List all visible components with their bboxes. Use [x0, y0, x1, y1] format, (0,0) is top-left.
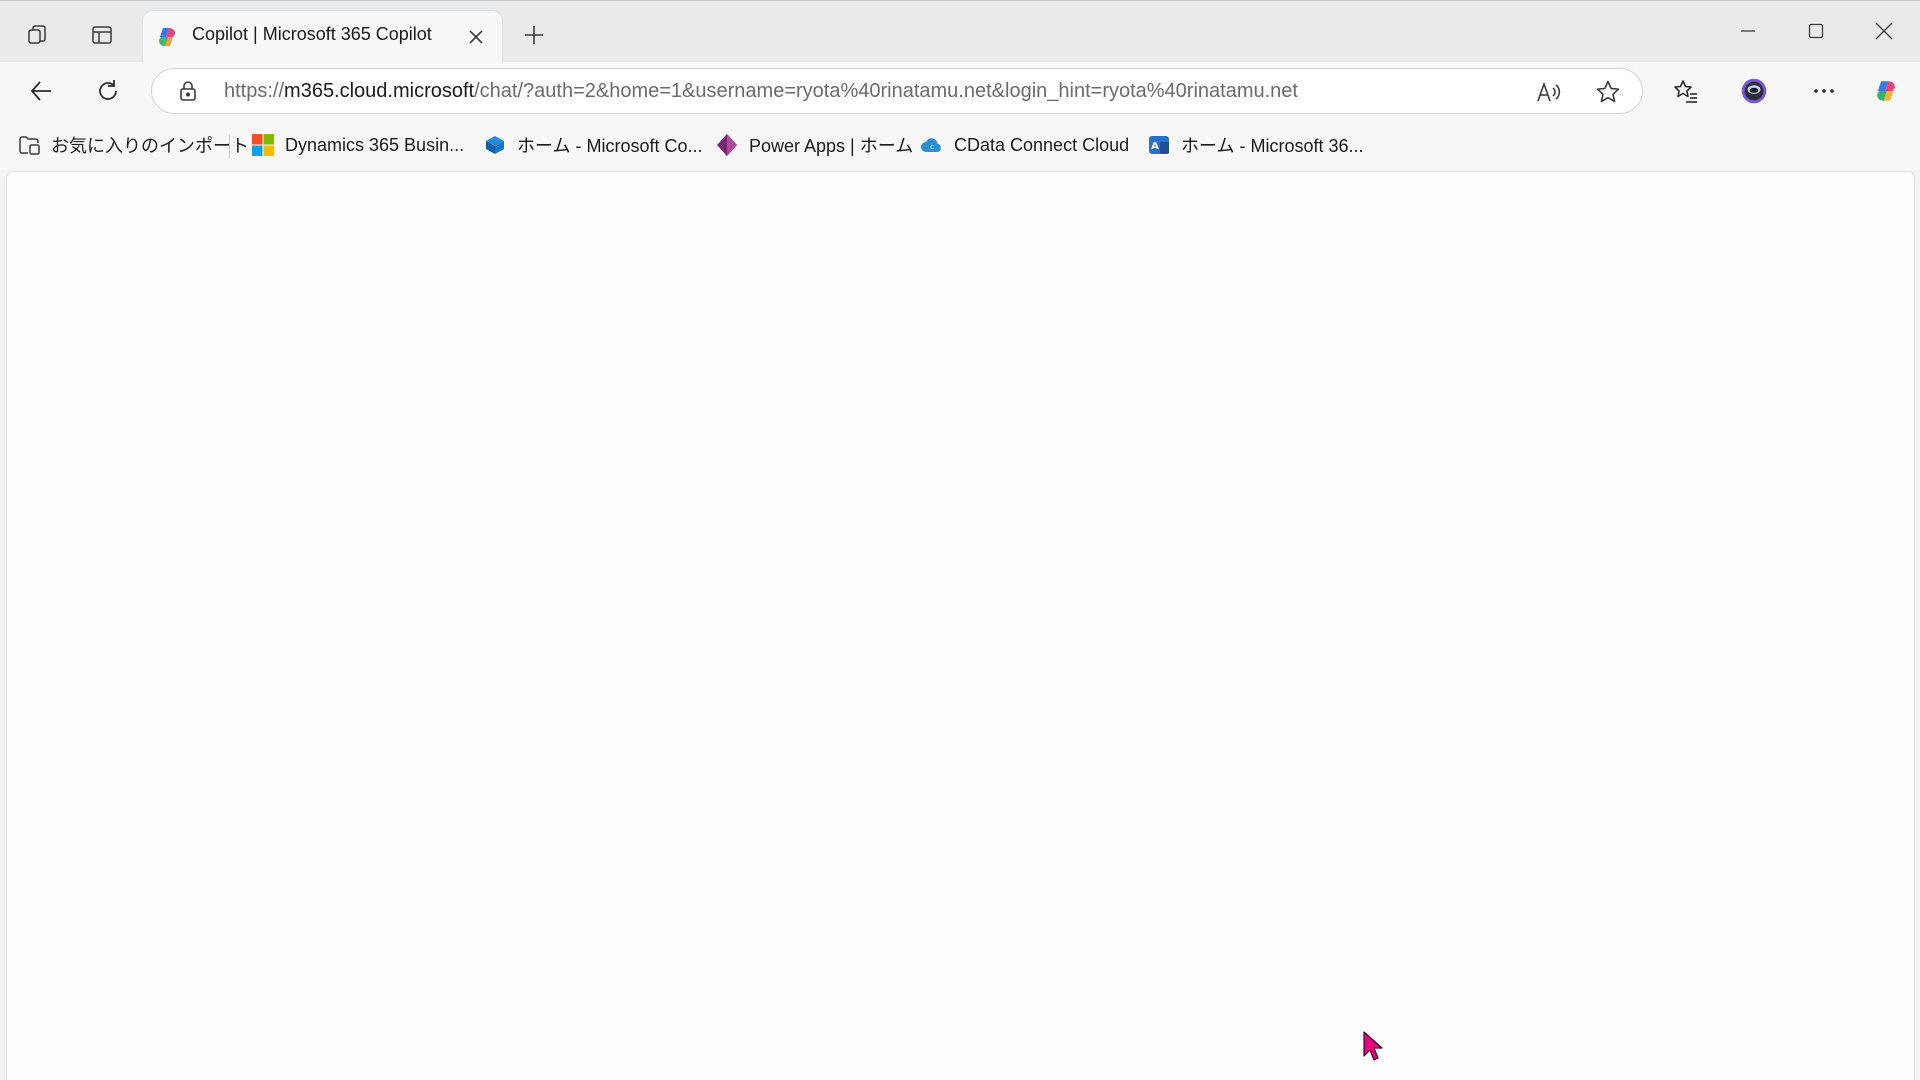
tab-title: Copilot | Microsoft 365 Copilot — [192, 24, 432, 44]
workspaces-button[interactable] — [16, 15, 60, 55]
tab-actions-icon — [92, 26, 112, 44]
close-icon — [1875, 22, 1893, 40]
import-favorites-icon — [19, 136, 40, 155]
navigation-toolbar: https://m365.cloud.microsoft/chat/?auth=… — [0, 62, 1920, 120]
close-icon — [469, 30, 483, 44]
url-scheme: https:// — [224, 80, 285, 102]
profile-button[interactable] — [1732, 70, 1776, 112]
tab-copilot[interactable]: Copilot | Microsoft 365 Copilot — [143, 11, 502, 63]
microsoft-logo-icon — [252, 134, 274, 156]
more-horizontal-icon — [1814, 89, 1834, 93]
add-favorite-button[interactable] — [1594, 78, 1622, 106]
copilot-icon — [1877, 81, 1895, 101]
favorite-m365-admin[interactable]: A ホーム - Microsoft 36... — [1147, 130, 1364, 160]
plus-icon — [525, 26, 543, 44]
maximize-button[interactable] — [1788, 9, 1844, 53]
site-info-icon[interactable] — [176, 79, 200, 103]
close-window-button[interactable] — [1856, 9, 1912, 53]
favorite-copilot-studio[interactable]: ホーム - Microsoft Co... — [483, 130, 702, 160]
power-apps-icon — [717, 134, 737, 156]
avatar-icon — [1741, 78, 1767, 104]
minimize-icon — [1741, 30, 1755, 32]
settings-more-button[interactable] — [1802, 70, 1846, 112]
maximize-icon — [1808, 23, 1824, 39]
copilot-studio-icon — [486, 136, 504, 154]
svg-text:c: c — [930, 143, 934, 151]
favorites-divider — [229, 135, 230, 159]
minimize-button[interactable] — [1720, 9, 1776, 53]
favorites-button[interactable] — [1664, 70, 1708, 112]
back-arrow-icon — [30, 81, 51, 101]
url-text[interactable]: https://m365.cloud.microsoft/chat/?auth=… — [224, 80, 1298, 103]
url-host: m365.cloud.microsoft — [284, 80, 475, 102]
browser-window: Copilot | Microsoft 365 Copilot https://… — [0, 0, 1920, 1080]
back-button[interactable] — [19, 70, 63, 112]
favorites-star-list-icon — [1674, 80, 1697, 103]
favorite-label: Dynamics 365 Busin... — [285, 134, 465, 155]
favorite-power-apps[interactable]: Power Apps | ホーム — [715, 130, 913, 160]
favorite-label: ホーム - Microsoft 36... — [1181, 136, 1364, 156]
vertical-tabs-button[interactable] — [80, 15, 124, 55]
address-bar[interactable]: https://m365.cloud.microsoft/chat/?auth=… — [151, 68, 1643, 114]
refresh-button[interactable] — [86, 70, 130, 112]
favorites-bar: お気に入りのインポート Dynamics 365 Busin... ホーム - … — [0, 120, 1920, 170]
favorite-dynamics-365[interactable]: Dynamics 365 Busin... — [251, 130, 464, 160]
copilot-sidebar-button[interactable] — [1864, 70, 1908, 112]
favorite-label: お気に入りのインポート — [51, 136, 249, 156]
copilot-favicon-icon — [159, 28, 175, 46]
tab-strip: Copilot | Microsoft 365 Copilot — [0, 0, 1920, 63]
star-icon — [1596, 80, 1620, 103]
page-content[interactable] — [6, 171, 1915, 1080]
workspaces-icon — [28, 25, 46, 44]
mouse-cursor-icon — [1363, 1031, 1383, 1061]
new-tab-button[interactable] — [512, 15, 556, 55]
read-aloud-button[interactable] — [1534, 78, 1562, 106]
favorite-label: ホーム - Microsoft Co... — [517, 136, 703, 156]
tab-close-button[interactable] — [463, 24, 489, 50]
favorite-label: CData Connect Cloud — [954, 134, 1130, 155]
read-aloud-icon — [1537, 81, 1561, 102]
refresh-icon — [99, 80, 117, 100]
cdata-cloud-icon: c — [921, 138, 941, 152]
svg-text:A: A — [1151, 141, 1159, 152]
favorite-import[interactable]: お気に入りのインポート — [17, 130, 249, 160]
url-path: /chat/?auth=2&home=1&username=ryota%40ri… — [474, 80, 1298, 102]
favorite-label: Power Apps | ホーム — [749, 136, 914, 156]
favorite-cdata-connect-cloud[interactable]: c CData Connect Cloud — [920, 130, 1129, 160]
m365-admin-icon: A — [1149, 136, 1169, 154]
